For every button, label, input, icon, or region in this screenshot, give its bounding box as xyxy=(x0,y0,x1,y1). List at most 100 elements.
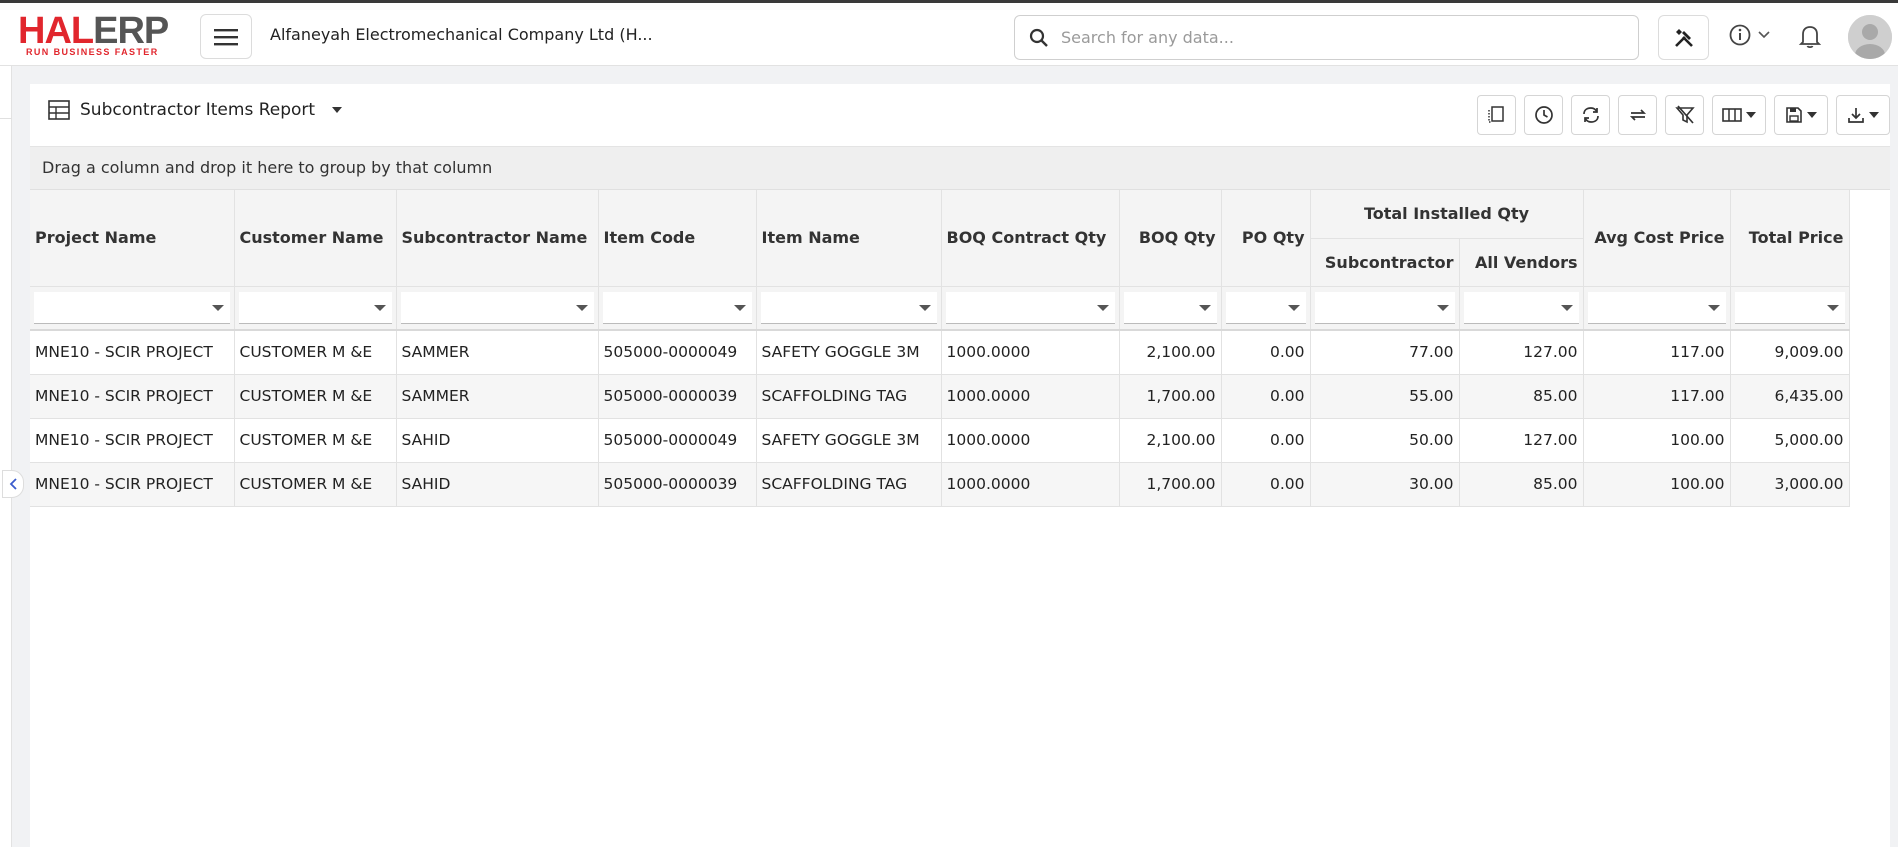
info-icon xyxy=(1729,24,1751,46)
filter-boq-qty[interactable] xyxy=(1123,291,1217,324)
left-sidebar-rail xyxy=(0,66,12,847)
cell-customer-name: CUSTOMER M &E xyxy=(234,462,397,507)
swap-button[interactable] xyxy=(1618,95,1657,135)
search-input[interactable] xyxy=(1061,28,1621,47)
cell-item-code: 505000-0000049 xyxy=(598,330,757,375)
data-grid: Project Name Customer Name Subcontractor… xyxy=(30,190,1850,507)
tools-button[interactable] xyxy=(1658,15,1709,60)
save-layout-button[interactable] xyxy=(1774,95,1828,135)
table-row[interactable]: MNE10 - SCIR PROJECT CUSTOMER M &E SAMMER 5… xyxy=(30,374,1850,419)
cell-avg-cost-price: 117.00 xyxy=(1583,374,1731,419)
col-band-total-installed-qty: Total Installed Qty xyxy=(1310,190,1584,239)
clear-filter-button[interactable] xyxy=(1665,95,1704,135)
cell-subcontractor-name: SAHID xyxy=(396,462,599,507)
cell-boq-contract-qty: 1000.0000 xyxy=(941,330,1120,375)
col-header-total-price[interactable]: Total Price xyxy=(1730,190,1850,287)
history-icon xyxy=(1534,106,1553,124)
caret-down-icon xyxy=(1807,112,1817,118)
col-header-project-name[interactable]: Project Name xyxy=(30,190,235,287)
cell-boq-contract-qty: 1000.0000 xyxy=(941,418,1120,463)
caret-down-icon xyxy=(1869,112,1879,118)
search-icon xyxy=(1029,28,1048,47)
global-search[interactable] xyxy=(1014,15,1639,60)
filter-total-price[interactable] xyxy=(1734,291,1845,324)
cell-avg-cost-price: 100.00 xyxy=(1583,418,1731,463)
hal-erp-logo[interactable]: HALERP RUN BUSINESS FASTER xyxy=(18,10,183,57)
filter-po-qty[interactable] xyxy=(1225,291,1306,324)
group-by-drop-zone[interactable]: Drag a column and drop it here to group … xyxy=(30,146,1890,190)
cell-subcontractor-name: SAMMER xyxy=(396,330,599,375)
columns-icon xyxy=(1722,108,1742,122)
cell-item-code: 505000-0000049 xyxy=(598,418,757,463)
col-header-item-code[interactable]: Item Code xyxy=(598,190,757,287)
hamburger-menu-button[interactable] xyxy=(200,14,252,59)
cell-item-code: 505000-0000039 xyxy=(598,462,757,507)
report-toolbar xyxy=(1477,95,1890,135)
cell-boq-qty: 2,100.00 xyxy=(1119,330,1222,375)
user-avatar[interactable] xyxy=(1848,15,1892,59)
cell-installed-all-vendors: 85.00 xyxy=(1459,374,1584,419)
save-icon xyxy=(1786,107,1802,123)
report-title-dropdown[interactable]: Subcontractor Items Report xyxy=(48,100,343,120)
filter-subcontractor-name[interactable] xyxy=(400,291,594,324)
filter-item-name[interactable] xyxy=(760,291,937,324)
sidebar-expand-button[interactable] xyxy=(2,470,24,498)
filter-boq-contract-qty[interactable] xyxy=(945,291,1115,324)
cell-item-name: SAFETY GOGGLE 3M xyxy=(756,330,942,375)
filter-avg-cost-price[interactable] xyxy=(1587,291,1726,324)
col-header-customer-name[interactable]: Customer Name xyxy=(234,190,397,287)
table-row[interactable]: MNE10 - SCIR PROJECT CUSTOMER M &E SAHID 50… xyxy=(30,462,1850,507)
col-header-item-name[interactable]: Item Name xyxy=(756,190,942,287)
caret-down-icon xyxy=(332,107,343,113)
columns-chooser-button[interactable] xyxy=(1712,95,1766,135)
help-menu[interactable] xyxy=(1728,23,1770,47)
hamburger-icon xyxy=(214,28,238,45)
cell-subcontractor-name: SAHID xyxy=(396,418,599,463)
filter-installed-all-vendors[interactable] xyxy=(1463,291,1579,324)
cell-installed-all-vendors: 127.00 xyxy=(1459,418,1584,463)
cell-installed-all-vendors: 85.00 xyxy=(1459,462,1584,507)
col-header-subcontractor-name[interactable]: Subcontractor Name xyxy=(396,190,599,287)
cell-installed-subcontractor: 50.00 xyxy=(1310,418,1460,463)
report-card: Subcontractor Items Report Drag a column… xyxy=(30,84,1890,847)
bell-icon xyxy=(1798,26,1822,49)
cell-project-name: MNE10 - SCIR PROJECT xyxy=(30,462,235,507)
col-header-installed-all-vendors[interactable]: All Vendors xyxy=(1459,238,1584,287)
filter-item-code[interactable] xyxy=(602,291,752,324)
col-header-installed-subcontractor[interactable]: Subcontractor xyxy=(1310,238,1460,287)
cell-customer-name: CUSTOMER M &E xyxy=(234,418,397,463)
export-download-button[interactable] xyxy=(1836,95,1890,135)
cell-boq-contract-qty: 1000.0000 xyxy=(941,462,1120,507)
filter-project-name[interactable] xyxy=(34,291,230,324)
logo-tagline: RUN BUSINESS FASTER xyxy=(26,47,159,57)
table-row[interactable]: MNE10 - SCIR PROJECT CUSTOMER M &E SAHID 50… xyxy=(30,418,1850,463)
cell-po-qty: 0.00 xyxy=(1221,418,1311,463)
col-header-boq-contract-qty[interactable]: BOQ Contract Qty xyxy=(941,190,1120,287)
cell-project-name: MNE10 - SCIR PROJECT xyxy=(30,374,235,419)
clear-filter-icon xyxy=(1674,105,1695,124)
download-icon xyxy=(1848,108,1864,123)
filter-customer-name[interactable] xyxy=(238,291,392,324)
filter-installed-subcontractor[interactable] xyxy=(1314,291,1455,324)
table-row[interactable]: MNE10 - SCIR PROJECT CUSTOMER M &E SAMMER 5… xyxy=(30,330,1850,375)
company-name[interactable]: Alfaneyah Electromechanical Company Ltd … xyxy=(270,25,653,44)
col-header-po-qty[interactable]: PO Qty xyxy=(1221,190,1311,287)
cell-installed-all-vendors: 127.00 xyxy=(1459,330,1584,375)
table-icon xyxy=(48,100,70,120)
cell-total-price: 3,000.00 xyxy=(1730,462,1850,507)
cell-item-name: SCAFFOLDING TAG xyxy=(756,374,942,419)
history-button[interactable] xyxy=(1524,95,1563,135)
col-header-boq-qty[interactable]: BOQ Qty xyxy=(1119,190,1222,287)
cell-total-price: 9,009.00 xyxy=(1730,330,1850,375)
logo-hal-text: HAL xyxy=(18,10,94,52)
refresh-button[interactable] xyxy=(1571,95,1610,135)
report-title: Subcontractor Items Report xyxy=(80,100,316,120)
col-header-avg-cost-price[interactable]: Avg Cost Price xyxy=(1583,190,1731,287)
notifications-button[interactable] xyxy=(1798,23,1822,53)
cell-customer-name: CUSTOMER M &E xyxy=(234,330,397,375)
cell-item-name: SCAFFOLDING TAG xyxy=(756,462,942,507)
cell-po-qty: 0.00 xyxy=(1221,330,1311,375)
page-layout-button[interactable] xyxy=(1477,95,1516,135)
caret-down-icon xyxy=(1746,112,1756,118)
page-layout-icon xyxy=(1487,106,1504,123)
